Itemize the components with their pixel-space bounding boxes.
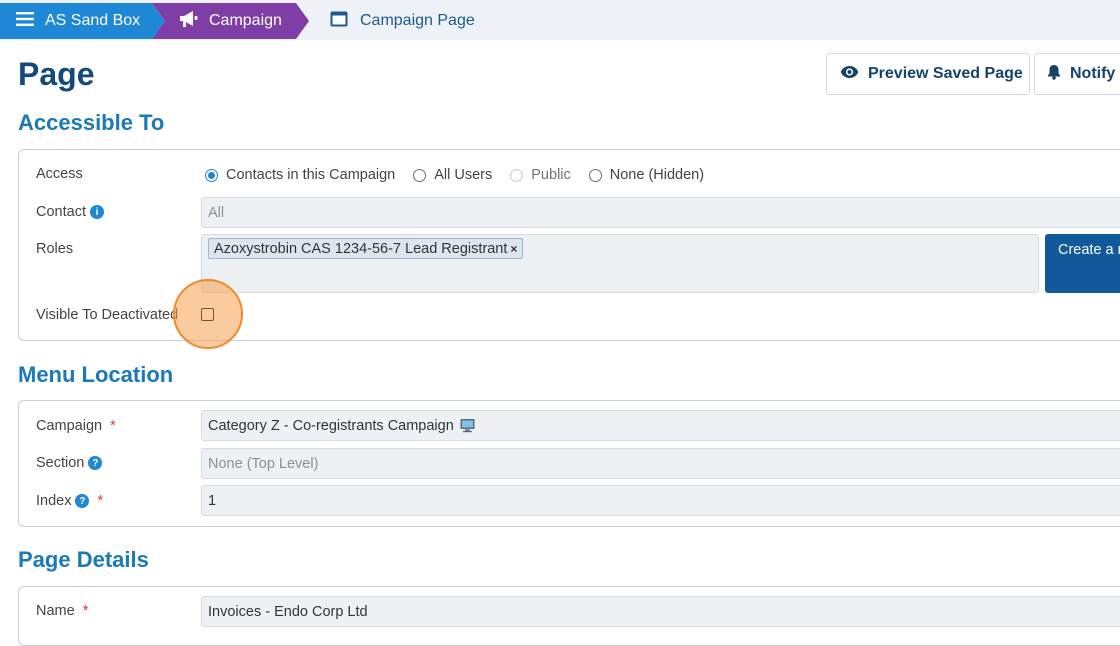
- index-label-text: Index: [36, 493, 72, 509]
- access-option-label: Public: [531, 167, 571, 183]
- access-option-label: Contacts in this Campaign: [226, 167, 396, 183]
- role-tag-label: Azoxystrobin CAS 1234-56-7 Lead Registra…: [214, 240, 508, 257]
- notify-button-label: Notify C: [1070, 65, 1120, 82]
- access-option-none-hidden[interactable]: None (Hidden): [588, 167, 705, 183]
- section-label-text: Section: [36, 455, 85, 471]
- breadcrumb: AS Sand Box Campaign Campaign Page: [0, 0, 1120, 40]
- contact-field-value: All: [208, 204, 225, 221]
- page-details-heading: Page Details: [18, 547, 149, 572]
- preview-button-label: Preview Saved Page: [868, 65, 1023, 82]
- visible-to-deactivated-checkbox[interactable]: [201, 308, 214, 321]
- create-role-button-label: Create a new role: [1058, 242, 1120, 258]
- visible-to-deactivated-label: Visible To Deactivated: [36, 307, 179, 323]
- breadcrumb-current-label: Campaign Page: [360, 12, 475, 29]
- megaphone-icon: [179, 10, 199, 33]
- help-icon[interactable]: ?: [75, 494, 90, 508]
- section-field[interactable]: None (Top Level): [201, 448, 1120, 479]
- access-label: Access: [36, 166, 83, 182]
- page-title: Page: [18, 56, 95, 92]
- remove-tag-icon[interactable]: ×: [510, 242, 517, 256]
- access-option-contacts[interactable]: Contacts in this Campaign: [205, 167, 395, 183]
- access-option-public: Public: [510, 167, 571, 183]
- radio-button: [510, 168, 524, 182]
- roles-multiselect[interactable]: Azoxystrobin CAS 1234-56-7 Lead Registra…: [201, 234, 1039, 293]
- name-field[interactable]: Invoices - Endo Corp Ltd: [201, 596, 1120, 627]
- campaign-field[interactable]: Category Z - Co-registrants Campaign: [201, 410, 1120, 441]
- radio-button[interactable]: [588, 168, 602, 182]
- required-marker: *: [110, 418, 116, 434]
- preview-saved-page-button[interactable]: Preview Saved Page: [826, 53, 1030, 95]
- campaign-field-value: Category Z - Co-registrants Campaign: [208, 417, 454, 434]
- create-role-button[interactable]: Create a new role: [1045, 234, 1120, 293]
- menu-location-heading: Menu Location: [18, 362, 174, 387]
- role-tag: Azoxystrobin CAS 1234-56-7 Lead Registra…: [208, 238, 524, 259]
- breadcrumb-home[interactable]: AS Sand Box: [0, 3, 165, 39]
- access-radio-group: Contacts in this Campaign All Users Publ…: [205, 166, 722, 184]
- radio-button[interactable]: [205, 168, 218, 182]
- required-marker: *: [82, 603, 89, 619]
- section-field-value: None (Top Level): [208, 455, 319, 472]
- bell-icon: [1047, 64, 1061, 85]
- hamburger-menu-icon[interactable]: [16, 11, 34, 32]
- eye-icon: [840, 65, 859, 84]
- section-label: Section ?: [36, 455, 103, 471]
- access-option-label: All Users: [434, 167, 493, 183]
- campaign-label-text: Campaign: [36, 418, 103, 434]
- contact-label: Contact i: [36, 204, 104, 220]
- breadcrumb-current-page: Campaign Page: [330, 3, 475, 39]
- access-option-all-users[interactable]: All Users: [413, 167, 492, 183]
- radio-button[interactable]: [413, 168, 427, 182]
- breadcrumb-home-label: AS Sand Box: [45, 12, 141, 29]
- required-marker: *: [97, 493, 104, 509]
- contact-label-text: Contact: [36, 204, 86, 220]
- access-option-label: None (Hidden): [609, 167, 705, 183]
- roles-label: Roles: [36, 241, 74, 257]
- index-field[interactable]: 1: [201, 485, 1120, 516]
- help-icon[interactable]: ?: [88, 456, 103, 470]
- campaign-label: Campaign *: [36, 418, 116, 434]
- info-icon[interactable]: i: [89, 205, 104, 219]
- name-label-text: Name: [36, 603, 75, 619]
- breadcrumb-campaign[interactable]: Campaign: [152, 3, 309, 39]
- contact-field[interactable]: All: [201, 197, 1120, 228]
- breadcrumb-campaign-label: Campaign: [209, 12, 282, 29]
- index-label: Index ? *: [36, 493, 103, 509]
- name-label: Name *: [36, 603, 88, 619]
- name-field-value: Invoices - Endo Corp Ltd: [208, 603, 368, 620]
- accessible-to-heading: Accessible To: [18, 110, 165, 135]
- monitor-icon: [460, 418, 475, 433]
- index-field-value: 1: [208, 492, 217, 509]
- page-window-icon: [330, 11, 348, 32]
- notify-button[interactable]: Notify C: [1034, 53, 1120, 95]
